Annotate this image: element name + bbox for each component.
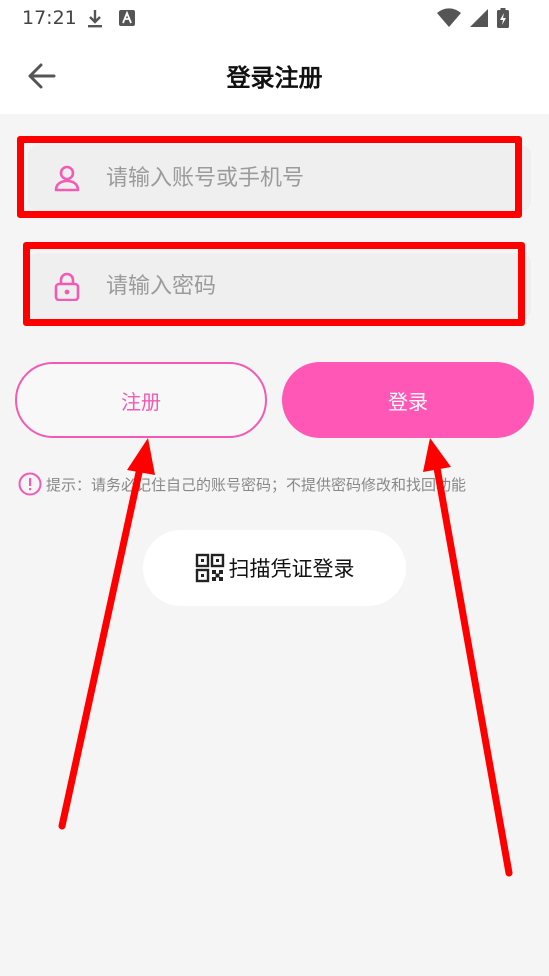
register-button[interactable]: 注册 (15, 362, 267, 438)
tip: 提示：请务必记住自己的账号密码；不提供密码修改和找回功能 (18, 472, 466, 496)
battery-icon (497, 8, 509, 32)
account-field[interactable] (28, 145, 531, 211)
qr-code-icon (195, 553, 224, 583)
alert-icon (18, 472, 42, 496)
login-button[interactable]: 登录 (282, 362, 534, 438)
scan-login-button[interactable]: 扫描凭证登录 (143, 530, 406, 606)
lock-icon (52, 271, 82, 301)
account-input[interactable] (104, 164, 531, 192)
annotation-arrow-register (58, 438, 155, 830)
tip-text: 提示：请务必记住自己的账号密码；不提供密码修改和找回功能 (46, 475, 467, 494)
download-icon (86, 8, 104, 32)
scan-login-label: 扫描凭证登录 (228, 557, 355, 581)
status-bar: 17:21 (0, 0, 549, 38)
signal-icon (469, 8, 489, 32)
wifi-icon (437, 8, 461, 32)
app-header: 登录注册 (0, 38, 549, 114)
user-icon (52, 163, 82, 193)
password-input[interactable] (104, 272, 531, 300)
app-notification-icon (118, 9, 136, 31)
status-time: 17:21 (22, 7, 77, 29)
page-title: 登录注册 (226, 64, 323, 92)
annotation-arrow-login (423, 438, 513, 877)
password-field[interactable] (28, 253, 531, 319)
